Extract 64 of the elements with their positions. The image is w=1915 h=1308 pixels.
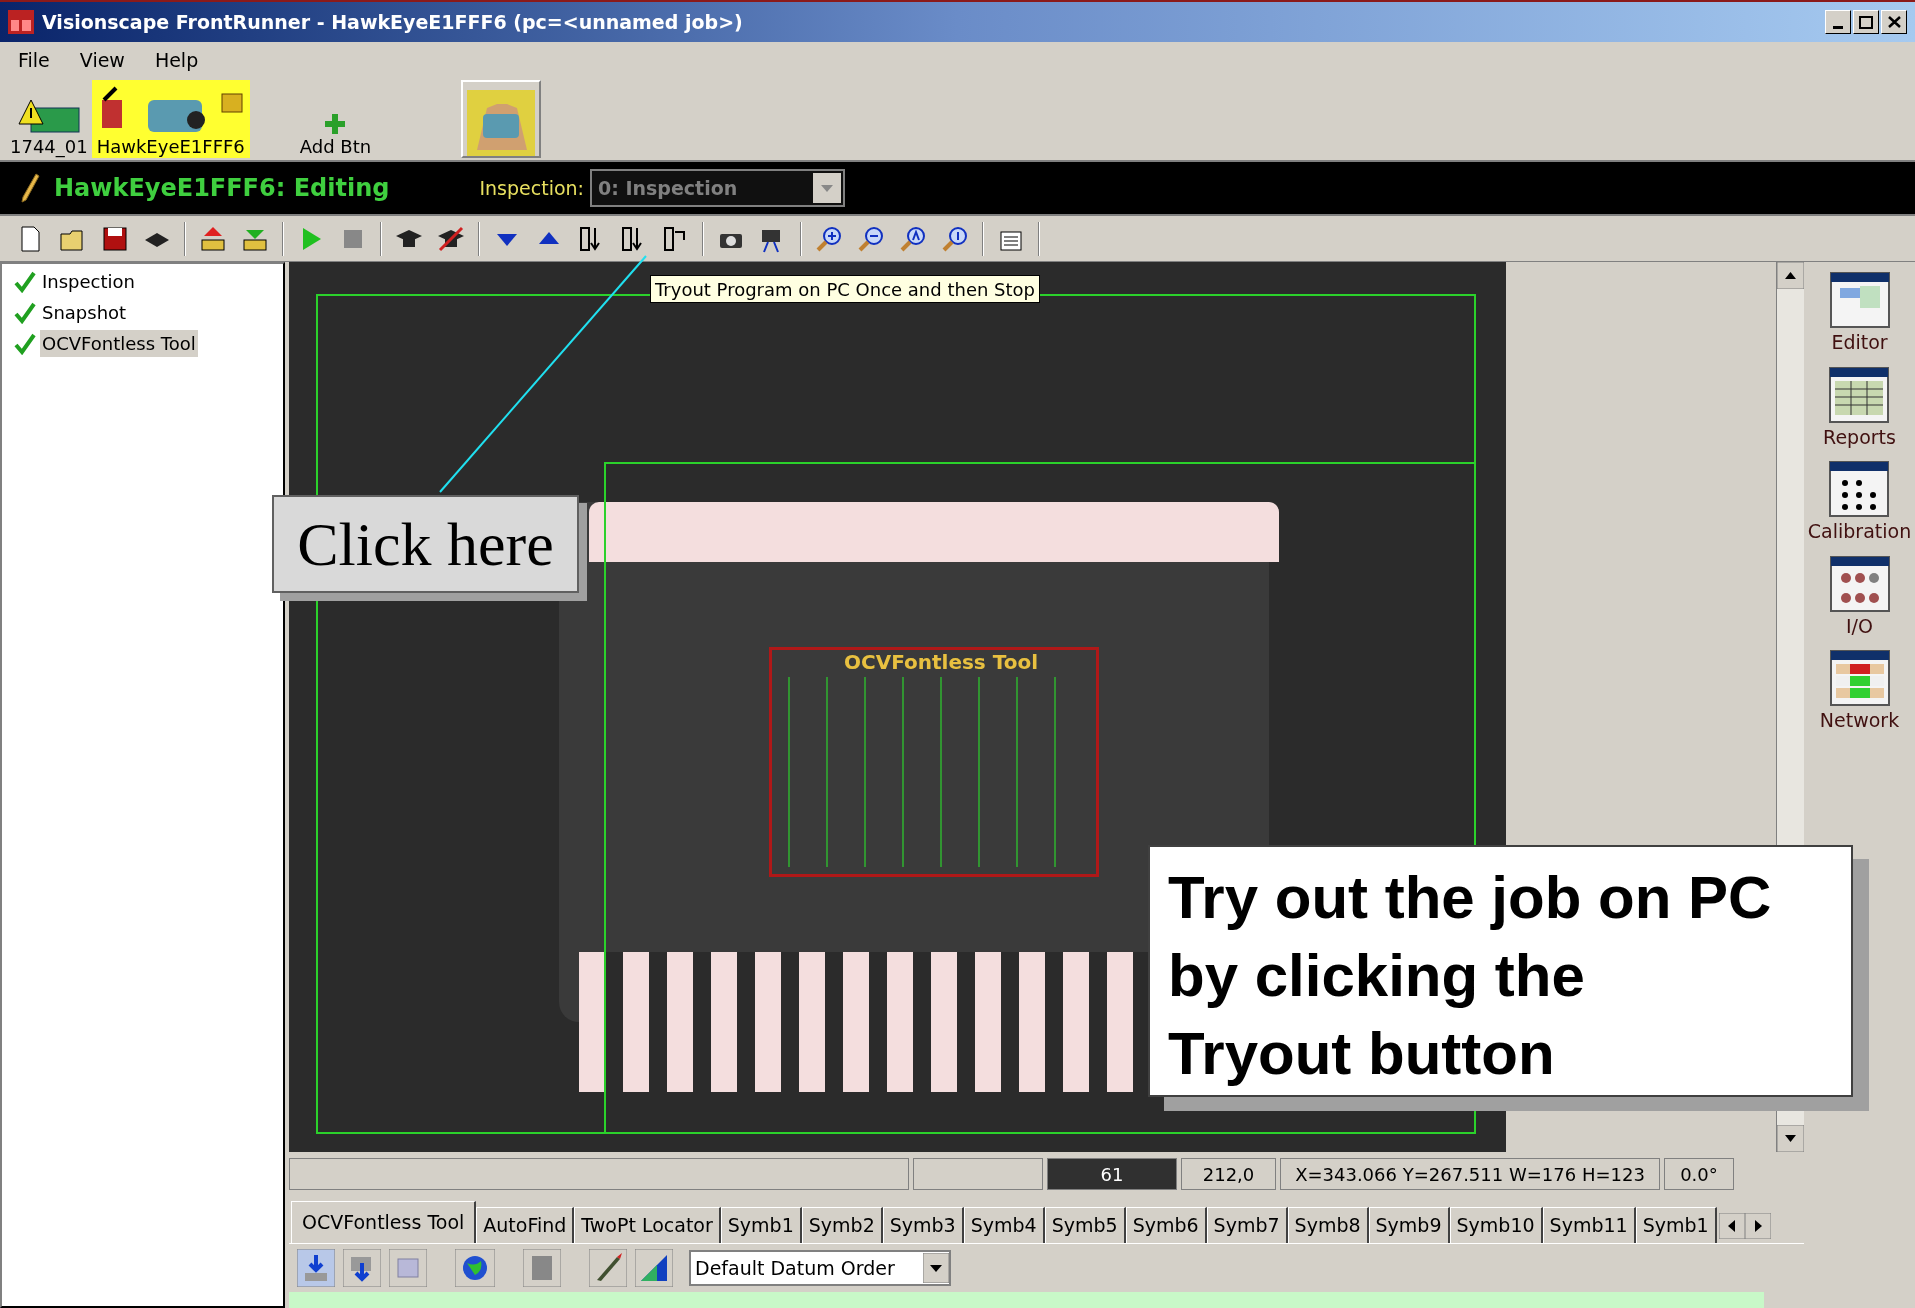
move-down-icon[interactable] bbox=[297, 1249, 335, 1287]
scroll-down-icon[interactable] bbox=[1777, 1125, 1804, 1152]
move-down-icon[interactable] bbox=[343, 1249, 381, 1287]
tool-label: OCVFontless Tool bbox=[844, 649, 1039, 676]
device-button[interactable]: Add Btn bbox=[279, 80, 392, 158]
sidebar-button[interactable]: Editor bbox=[1829, 272, 1890, 357]
tab[interactable]: Symb7 bbox=[1206, 1207, 1288, 1243]
minimize-button[interactable] bbox=[1825, 10, 1851, 34]
menu-item[interactable]: File bbox=[18, 45, 50, 75]
inspection-label: Inspection: bbox=[479, 175, 584, 201]
tab[interactable]: Symb2 bbox=[801, 1207, 883, 1243]
tab[interactable]: Symb3 bbox=[882, 1207, 964, 1243]
table-window-icon bbox=[1829, 366, 1890, 423]
device-button[interactable]: HawkEyeE1FFF6 bbox=[91, 80, 250, 158]
tree-item[interactable]: Inspection bbox=[40, 268, 137, 295]
sidebar-button[interactable]: Reports bbox=[1823, 366, 1896, 451]
globe-icon[interactable] bbox=[455, 1249, 495, 1287]
device-button[interactable]: 1744_01 bbox=[6, 80, 92, 158]
app-logo-icon bbox=[8, 10, 34, 34]
menu-item[interactable]: Help bbox=[154, 45, 199, 75]
tab[interactable]: Symb5 bbox=[1044, 1207, 1126, 1243]
maximize-button[interactable] bbox=[1853, 10, 1879, 34]
brush-icon[interactable] bbox=[589, 1249, 627, 1287]
status-field: 0.0° bbox=[1664, 1158, 1734, 1190]
plus-icon bbox=[323, 112, 348, 136]
device-button[interactable] bbox=[461, 80, 542, 158]
editor-window-icon bbox=[1829, 272, 1890, 328]
editing-status: HawkEyeE1FFF6: Editing bbox=[54, 173, 390, 204]
io-window-icon bbox=[1829, 555, 1890, 612]
status-field: 212,0 bbox=[1181, 1158, 1276, 1190]
tab-scroll-left-icon[interactable] bbox=[1718, 1213, 1745, 1239]
tooltip: Tryout Program on PC Once and then Stop bbox=[650, 275, 1040, 303]
dot-grid-window-icon bbox=[1829, 461, 1890, 517]
status-field: X=343.066 Y=267.511 W=176 H=123 bbox=[1280, 1158, 1660, 1190]
tab-scroll-right-icon[interactable] bbox=[1744, 1213, 1771, 1239]
minimize-icon bbox=[1833, 26, 1843, 29]
tab[interactable]: OCVFontless Tool bbox=[291, 1201, 477, 1243]
tab[interactable]: Symb1 bbox=[720, 1207, 802, 1243]
network-window-icon bbox=[1829, 650, 1890, 706]
tab[interactable]: Symb6 bbox=[1125, 1207, 1207, 1243]
tree-item[interactable]: Snapshot bbox=[40, 299, 129, 326]
close-button[interactable] bbox=[1881, 10, 1907, 34]
tab[interactable]: Symb11 bbox=[1542, 1207, 1636, 1243]
status-field: 61 bbox=[1047, 1158, 1177, 1190]
sidebar-button[interactable]: Calibration bbox=[1807, 461, 1912, 546]
hand-holding-camera-icon bbox=[467, 90, 536, 156]
tab[interactable]: Symb4 bbox=[963, 1207, 1045, 1243]
tab[interactable]: Symb9 bbox=[1368, 1207, 1450, 1243]
datum-order-dropdown[interactable]: Default Datum Order bbox=[689, 1250, 951, 1286]
tab[interactable]: Symb8 bbox=[1287, 1207, 1369, 1243]
tab[interactable]: AutoFind bbox=[476, 1207, 575, 1243]
pencil-icon bbox=[20, 173, 40, 203]
sidebar-button[interactable]: I/O bbox=[1829, 555, 1890, 640]
sidebar-button[interactable]: Network bbox=[1819, 650, 1900, 735]
window-title: Visionscape FrontRunner - HawkEyeE1FFF6 (pc=<unnamed job>) bbox=[42, 9, 743, 35]
close-icon bbox=[1887, 16, 1901, 28]
tree-item[interactable]: OCVFontless Tool bbox=[40, 330, 198, 357]
scroll-up-icon[interactable] bbox=[1777, 262, 1804, 289]
menu-item[interactable]: View bbox=[79, 45, 125, 75]
tab[interactable]: TwoPt Locator bbox=[574, 1207, 721, 1243]
tab[interactable]: Symb10 bbox=[1449, 1207, 1543, 1243]
dropdown-arrow-icon bbox=[923, 1253, 949, 1283]
image-edit-icon[interactable] bbox=[635, 1249, 673, 1287]
maximize-icon bbox=[1859, 15, 1873, 29]
